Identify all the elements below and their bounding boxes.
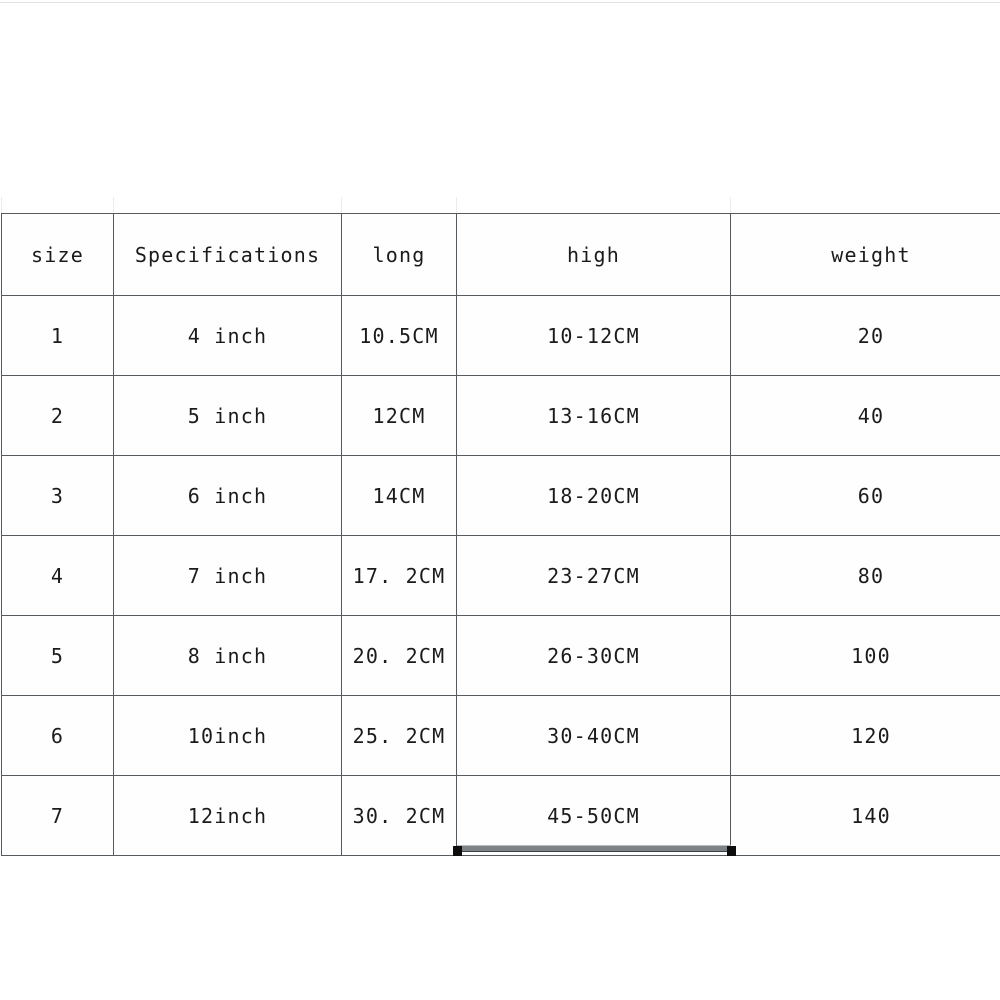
cell-high[interactable]: 45-50CM [456,775,731,856]
cell-weight[interactable]: 60 [730,455,1000,536]
cell-spec[interactable]: 4 inch [113,295,342,376]
column-header-high[interactable]: high [456,213,731,296]
cell-high[interactable]: 13-16CM [456,375,731,456]
cell-long[interactable]: 30. 2CM [341,775,457,856]
cell-high[interactable]: 10-12CM [456,295,731,376]
cell-long[interactable]: 12CM [341,375,457,456]
column-header-long[interactable]: long [341,213,457,296]
table-header-row: size Specifications long high weight [1,213,1000,296]
cell-weight[interactable]: 20 [730,295,1000,376]
cell-spec[interactable]: 8 inch [113,615,342,696]
cell-high[interactable]: 18-20CM [456,455,731,536]
cell-weight[interactable]: 40 [730,375,1000,456]
table-row[interactable]: 5 8 inch 20. 2CM 26-30CM 100 [1,615,1000,696]
table-row[interactable]: 2 5 inch 12CM 13-16CM 40 [1,375,1000,456]
cell-long[interactable]: 10.5CM [341,295,457,376]
selection-handle-right[interactable] [727,846,736,856]
column-guide-tick [456,197,457,213]
column-header-size[interactable]: size [1,213,114,296]
cell-long[interactable]: 14CM [341,455,457,536]
table-row[interactable]: 1 4 inch 10.5CM 10-12CM 20 [1,295,1000,376]
selection-handle-left[interactable] [453,846,462,856]
cell-long[interactable]: 17. 2CM [341,535,457,616]
cell-size[interactable]: 6 [1,695,114,776]
cell-size[interactable]: 4 [1,535,114,616]
column-guide-tick [113,197,114,213]
cell-spec[interactable]: 7 inch [113,535,342,616]
column-guide-tick [1,197,2,213]
cell-long[interactable]: 20. 2CM [341,615,457,696]
cell-size[interactable]: 5 [1,615,114,696]
table-body: 1 4 inch 10.5CM 10-12CM 20 2 5 inch 12CM… [1,295,1000,856]
column-header-weight[interactable]: weight [730,213,1000,296]
cell-spec[interactable]: 6 inch [113,455,342,536]
cell-size[interactable]: 3 [1,455,114,536]
column-guide-tick [730,197,731,213]
cell-weight[interactable]: 80 [730,535,1000,616]
cell-spec[interactable]: 5 inch [113,375,342,456]
column-selection-bar[interactable] [457,845,731,852]
column-guide-tick [341,197,342,213]
cell-high[interactable]: 26-30CM [456,615,731,696]
column-header-spec[interactable]: Specifications [113,213,342,296]
cell-high[interactable]: 30-40CM [456,695,731,776]
cell-long[interactable]: 25. 2CM [341,695,457,776]
cell-high[interactable]: 23-27CM [456,535,731,616]
cell-size[interactable]: 2 [1,375,114,456]
table-header: size Specifications long high weight [1,213,1000,296]
cell-weight[interactable]: 140 [730,775,1000,856]
cell-size[interactable]: 7 [1,775,114,856]
cell-size[interactable]: 1 [1,295,114,376]
cell-weight[interactable]: 120 [730,695,1000,776]
cell-spec[interactable]: 10inch [113,695,342,776]
table-row[interactable]: 3 6 inch 14CM 18-20CM 60 [1,455,1000,536]
size-chart-container: size Specifications long high weight 1 4… [1,213,1000,856]
table-row[interactable]: 7 12inch 30. 2CM 45-50CM 140 [1,775,1000,856]
size-chart-table: size Specifications long high weight 1 4… [1,213,1000,856]
table-row[interactable]: 6 10inch 25. 2CM 30-40CM 120 [1,695,1000,776]
cell-spec[interactable]: 12inch [113,775,342,856]
table-row[interactable]: 4 7 inch 17. 2CM 23-27CM 80 [1,535,1000,616]
top-hairline [0,2,1000,3]
cell-weight[interactable]: 100 [730,615,1000,696]
